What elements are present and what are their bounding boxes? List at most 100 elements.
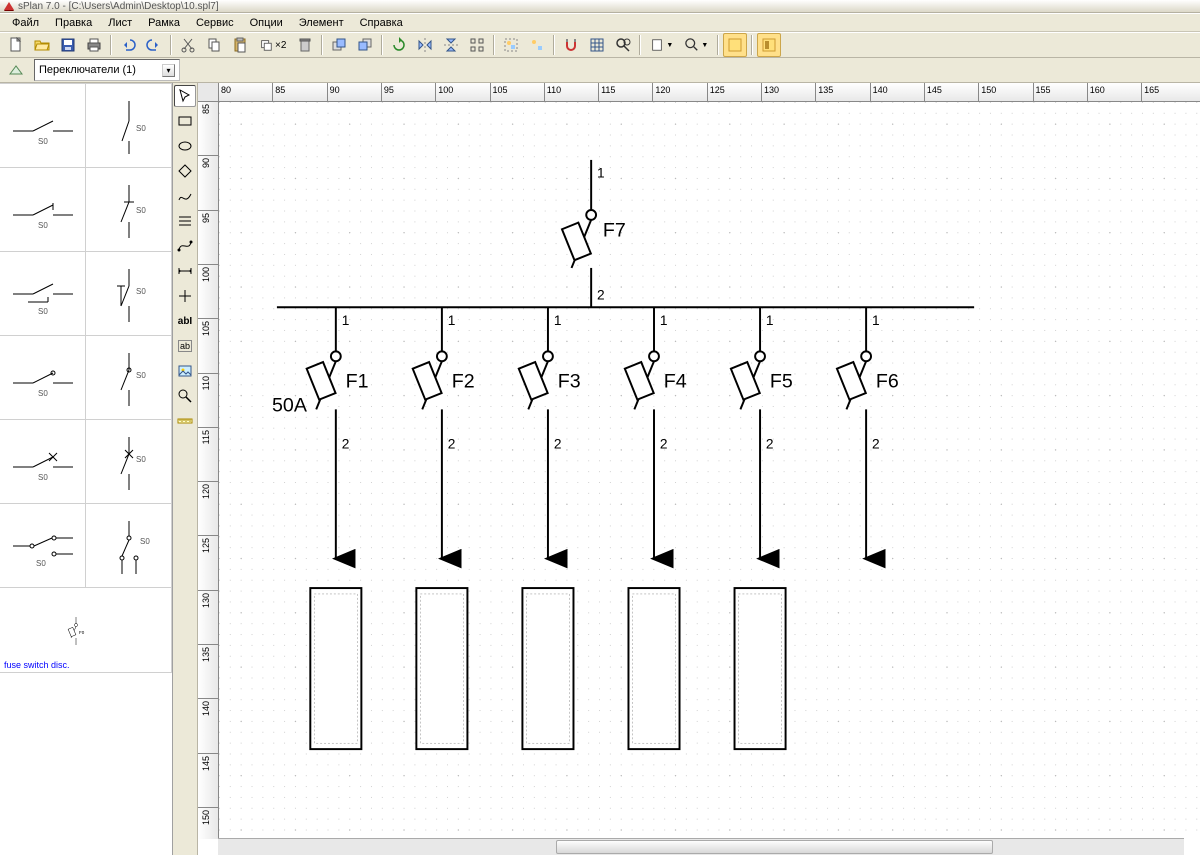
bezier-tool[interactable]: [174, 235, 196, 257]
pointer-tool[interactable]: [174, 85, 196, 107]
symbol-cell-fuse[interactable]: F0 fuse switch disc.: [0, 588, 172, 673]
fuse-f7[interactable]: 1 2 F7: [562, 160, 626, 307]
highlight1-button[interactable]: [723, 33, 747, 57]
circle-tool[interactable]: [174, 135, 196, 157]
zoom-button[interactable]: ▼: [680, 33, 713, 57]
ungroup-button[interactable]: [525, 33, 549, 57]
menu-options[interactable]: Опции: [242, 15, 291, 31]
copy-button[interactable]: [202, 33, 226, 57]
svg-text:2: 2: [448, 437, 456, 452]
node-tool[interactable]: [174, 285, 196, 307]
to-front-button[interactable]: [327, 33, 351, 57]
text2-tool[interactable]: ab: [174, 335, 196, 357]
symbol-cell[interactable]: S0: [86, 420, 172, 504]
symbol-cell[interactable]: S0: [86, 504, 172, 588]
symbol-cell[interactable]: S0: [0, 420, 86, 504]
svg-text:1: 1: [448, 313, 456, 328]
library-combo[interactable]: Переключатели (1) ▾: [34, 59, 180, 81]
redo-button[interactable]: [142, 33, 166, 57]
undo-button[interactable]: [116, 33, 140, 57]
group-button[interactable]: [499, 33, 523, 57]
symbol-cell[interactable]: S0: [0, 504, 86, 588]
menu-service[interactable]: Сервис: [188, 15, 242, 31]
line-tool[interactable]: [174, 210, 196, 232]
branch-F5[interactable]: 1F525 этаж: [218, 101, 793, 749]
new-button[interactable]: [4, 33, 28, 57]
symbol-cell[interactable]: S0: [0, 336, 86, 420]
svg-text:2: 2: [766, 437, 774, 452]
symbol-cell[interactable]: S0: [86, 168, 172, 252]
ruler-vertical[interactable]: 8590951001051101151201251301351401451501…: [198, 101, 219, 839]
symbol-cell[interactable]: S0: [0, 84, 86, 168]
dimension-tool[interactable]: [174, 260, 196, 282]
ruler-corner: [198, 83, 219, 102]
to-back-button[interactable]: [353, 33, 377, 57]
svg-text:S0: S0: [38, 221, 48, 230]
svg-text:S0: S0: [136, 124, 146, 133]
menu-sheet[interactable]: Лист: [100, 15, 140, 31]
duplicate-button[interactable]: ×2: [254, 33, 291, 57]
amp-label[interactable]: 50A: [272, 394, 308, 416]
main-toolbar: ×2 ▼ ▼: [0, 32, 1200, 58]
mirror-h-button[interactable]: [413, 33, 437, 57]
branch-F3[interactable]: 1F323 этаж: [218, 101, 581, 749]
svg-text:1: 1: [554, 313, 562, 328]
symbol-caption: fuse switch disc.: [4, 660, 70, 670]
svg-text:1: 1: [872, 313, 880, 328]
svg-text:2: 2: [660, 437, 668, 452]
svg-text:2: 2: [342, 437, 350, 452]
library-icon[interactable]: [4, 58, 28, 82]
horizontal-scrollbar[interactable]: [218, 838, 1184, 855]
svg-text:S0: S0: [36, 559, 46, 568]
highlight2-button[interactable]: [757, 33, 781, 57]
freehand-tool[interactable]: [174, 185, 196, 207]
image-tool[interactable]: [174, 360, 196, 382]
symbol-cell[interactable]: S0: [86, 336, 172, 420]
find-button[interactable]: [611, 33, 635, 57]
window-title: sPlan 7.0 - [C:\Users\Admin\Desktop\10.s…: [18, 1, 219, 12]
text-tool[interactable]: abI: [174, 310, 196, 332]
svg-text:1: 1: [597, 166, 605, 181]
library-combo-value: Переключатели (1): [39, 64, 136, 76]
menu-element[interactable]: Элемент: [291, 15, 352, 31]
save-button[interactable]: [56, 33, 80, 57]
rotate-button[interactable]: [387, 33, 411, 57]
svg-text:F4: F4: [664, 371, 687, 393]
branch-F1[interactable]: 1F121 этаж: [218, 101, 369, 749]
menu-frame[interactable]: Рамка: [140, 15, 188, 31]
mirror-v-button[interactable]: [439, 33, 463, 57]
svg-text:S0: S0: [136, 287, 146, 296]
measure-tool[interactable]: [174, 410, 196, 432]
svg-text:S0: S0: [136, 371, 146, 380]
paste-button[interactable]: [228, 33, 252, 57]
rect-tool[interactable]: [174, 110, 196, 132]
scrollbar-thumb[interactable]: [556, 840, 993, 854]
svg-text:F0: F0: [79, 630, 85, 635]
svg-text:2: 2: [554, 437, 562, 452]
svg-text:F6: F6: [876, 371, 899, 393]
cut-button[interactable]: [176, 33, 200, 57]
print-button[interactable]: [82, 33, 106, 57]
align-button[interactable]: [465, 33, 489, 57]
symbol-cell[interactable]: S0: [86, 252, 172, 336]
grid-button[interactable]: [585, 33, 609, 57]
symbol-cell[interactable]: S0: [0, 168, 86, 252]
page-view-button[interactable]: ▼: [645, 33, 678, 57]
svg-text:S0: S0: [38, 389, 48, 398]
menu-help[interactable]: Справка: [352, 15, 411, 31]
ruler-horizontal[interactable]: 8085909510010511011512012513013514014515…: [218, 83, 1200, 102]
branch-F6[interactable]: 1F62: [837, 307, 899, 558]
svg-text:S0: S0: [38, 307, 48, 316]
open-button[interactable]: [30, 33, 54, 57]
menu-edit[interactable]: Правка: [47, 15, 100, 31]
menu-file[interactable]: Файл: [4, 15, 47, 31]
poly-tool[interactable]: [174, 160, 196, 182]
delete-button[interactable]: [293, 33, 317, 57]
svg-text:F7: F7: [603, 220, 626, 242]
snap-button[interactable]: [559, 33, 583, 57]
drawing-canvas[interactable]: 1 2 F7 50A 1F121 этаж1F222 этаж1F323 эта…: [218, 101, 1200, 839]
symbol-cell[interactable]: S0: [86, 84, 172, 168]
svg-text:S0: S0: [136, 206, 146, 215]
zoom-tool[interactable]: [174, 385, 196, 407]
symbol-cell[interactable]: S0: [0, 252, 86, 336]
